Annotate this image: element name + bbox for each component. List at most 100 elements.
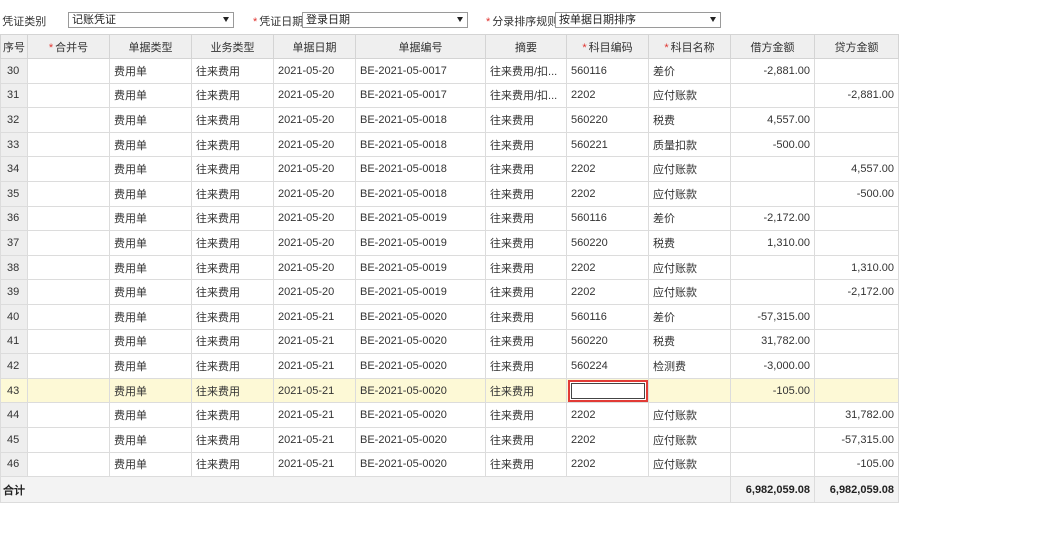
- merge-no-cell[interactable]: [27, 254, 110, 281]
- summary-cell[interactable]: 往来费用/扣...: [485, 58, 567, 84]
- column-header[interactable]: * 科目编码: [566, 34, 649, 59]
- doc-no-cell[interactable]: BE-2021-05-0018: [355, 107, 486, 133]
- biz-type-cell[interactable]: 往来费用: [191, 402, 274, 428]
- doc-no-cell[interactable]: BE-2021-05-0018: [355, 180, 486, 207]
- account-code-cell[interactable]: 560116: [566, 205, 649, 232]
- summary-cell[interactable]: 往来费用: [485, 377, 567, 404]
- column-header[interactable]: * 科目名称: [648, 34, 731, 59]
- doc-no-cell[interactable]: BE-2021-05-0020: [355, 377, 486, 404]
- merge-no-cell[interactable]: [27, 156, 110, 182]
- table-row[interactable]: 40 费用单 往来费用 2021-05-21 BE-2021-05-0020 往来费用 56…: [0, 303, 899, 330]
- credit-amount-cell[interactable]: -105.00: [814, 451, 899, 478]
- doc-no-cell[interactable]: BE-2021-05-0020: [355, 303, 486, 330]
- doc-type-cell[interactable]: 费用单: [109, 279, 192, 305]
- doc-type-cell[interactable]: 费用单: [109, 402, 192, 428]
- debit-amount-cell[interactable]: -3,000.00: [730, 353, 815, 379]
- doc-date-cell[interactable]: 2021-05-21: [273, 426, 356, 453]
- biz-type-cell[interactable]: 往来费用: [191, 328, 274, 355]
- doc-date-cell[interactable]: 2021-05-21: [273, 303, 356, 330]
- account-name-cell[interactable]: 应付账款: [648, 279, 731, 305]
- doc-type-cell[interactable]: 费用单: [109, 254, 192, 281]
- doc-date-cell[interactable]: 2021-05-20: [273, 107, 356, 133]
- doc-no-cell[interactable]: BE-2021-05-0020: [355, 451, 486, 478]
- account-code-cell[interactable]: 2202: [566, 254, 649, 281]
- doc-date-cell[interactable]: 2021-05-21: [273, 328, 356, 355]
- debit-amount-cell[interactable]: [730, 279, 815, 305]
- table-row[interactable]: 36 费用单 往来费用 2021-05-20 BE-2021-05-0019 往来费用 56…: [0, 205, 899, 232]
- account-code-editor[interactable]: [568, 379, 648, 402]
- account-name-cell[interactable]: 应付账款: [648, 180, 731, 207]
- debit-amount-cell[interactable]: -2,172.00: [730, 205, 815, 232]
- summary-cell[interactable]: 往来费用: [485, 279, 567, 305]
- account-code-cell[interactable]: 2202: [566, 156, 649, 182]
- doc-date-cell[interactable]: 2021-05-20: [273, 279, 356, 305]
- biz-type-cell[interactable]: 往来费用: [191, 131, 274, 158]
- biz-type-cell[interactable]: 往来费用: [191, 279, 274, 305]
- credit-amount-cell[interactable]: [814, 377, 899, 404]
- merge-no-cell[interactable]: [27, 205, 110, 232]
- doc-type-cell[interactable]: 费用单: [109, 377, 192, 404]
- doc-no-cell[interactable]: BE-2021-05-0017: [355, 82, 486, 109]
- doc-date-cell[interactable]: 2021-05-20: [273, 156, 356, 182]
- summary-cell[interactable]: 往来费用: [485, 303, 567, 330]
- doc-date-cell[interactable]: 2021-05-20: [273, 230, 356, 256]
- doc-no-cell[interactable]: BE-2021-05-0020: [355, 402, 486, 428]
- doc-no-cell[interactable]: BE-2021-05-0019: [355, 254, 486, 281]
- credit-amount-cell[interactable]: 4,557.00: [814, 156, 899, 182]
- merge-no-cell[interactable]: [27, 353, 110, 379]
- doc-date-cell[interactable]: 2021-05-20: [273, 180, 356, 207]
- account-code-cell[interactable]: 560221: [566, 131, 649, 158]
- column-header[interactable]: 序号: [0, 34, 28, 59]
- table-row[interactable]: 44 费用单 往来费用 2021-05-21 BE-2021-05-0020 往来费用 22…: [0, 402, 899, 428]
- biz-type-cell[interactable]: 往来费用: [191, 58, 274, 84]
- doc-type-cell[interactable]: 费用单: [109, 107, 192, 133]
- doc-date-cell[interactable]: 2021-05-20: [273, 254, 356, 281]
- doc-date-cell[interactable]: 2021-05-21: [273, 451, 356, 478]
- account-name-cell[interactable]: 税费: [648, 328, 731, 355]
- table-row[interactable]: 46 费用单 往来费用 2021-05-21 BE-2021-05-0020 往来费用 22…: [0, 451, 899, 478]
- account-code-cell[interactable]: 2202: [566, 180, 649, 207]
- summary-cell[interactable]: 往来费用: [485, 353, 567, 379]
- biz-type-cell[interactable]: 往来费用: [191, 156, 274, 182]
- credit-amount-cell[interactable]: [814, 353, 899, 379]
- credit-amount-cell[interactable]: [814, 131, 899, 158]
- doc-type-cell[interactable]: 费用单: [109, 156, 192, 182]
- debit-amount-cell[interactable]: 1,310.00: [730, 230, 815, 256]
- account-name-cell[interactable]: 应付账款: [648, 254, 731, 281]
- table-row[interactable]: 34 费用单 往来费用 2021-05-20 BE-2021-05-0018 往来费用 22…: [0, 156, 899, 182]
- debit-amount-cell[interactable]: 31,782.00: [730, 328, 815, 355]
- doc-type-cell[interactable]: 费用单: [109, 131, 192, 158]
- summary-cell[interactable]: 往来费用: [485, 230, 567, 256]
- credit-amount-cell[interactable]: [814, 205, 899, 232]
- doc-no-cell[interactable]: BE-2021-05-0020: [355, 328, 486, 355]
- doc-date-cell[interactable]: 2021-05-21: [273, 402, 356, 428]
- voucher-date-select[interactable]: 登录日期: [302, 12, 468, 28]
- account-name-cell[interactable]: 差价: [648, 205, 731, 232]
- summary-cell[interactable]: 往来费用: [485, 254, 567, 281]
- debit-amount-cell[interactable]: 4,557.00: [730, 107, 815, 133]
- debit-amount-cell[interactable]: [730, 254, 815, 281]
- table-row[interactable]: 43 费用单 往来费用 2021-05-21 BE-2021-05-0020 往来费用 -1…: [0, 377, 899, 404]
- doc-no-cell[interactable]: BE-2021-05-0020: [355, 426, 486, 453]
- table-row[interactable]: 41 费用单 往来费用 2021-05-21 BE-2021-05-0020 往来费用 56…: [0, 328, 899, 355]
- merge-no-cell[interactable]: [27, 451, 110, 478]
- doc-no-cell[interactable]: BE-2021-05-0019: [355, 279, 486, 305]
- sort-rule-select[interactable]: 按单据日期排序: [555, 12, 721, 28]
- table-row[interactable]: 32 费用单 往来费用 2021-05-20 BE-2021-05-0018 往来费用 56…: [0, 107, 899, 133]
- account-code-cell[interactable]: 2202: [566, 82, 649, 109]
- doc-no-cell[interactable]: BE-2021-05-0018: [355, 156, 486, 182]
- biz-type-cell[interactable]: 往来费用: [191, 230, 274, 256]
- credit-amount-cell[interactable]: -2,881.00: [814, 82, 899, 109]
- merge-no-cell[interactable]: [27, 58, 110, 84]
- doc-type-cell[interactable]: 费用单: [109, 426, 192, 453]
- doc-type-cell[interactable]: 费用单: [109, 205, 192, 232]
- account-code-cell[interactable]: 2202: [566, 451, 649, 478]
- table-row[interactable]: 39 费用单 往来费用 2021-05-20 BE-2021-05-0019 往来费用 22…: [0, 279, 899, 305]
- account-name-cell[interactable]: 检测费: [648, 353, 731, 379]
- column-header[interactable]: 单据编号: [355, 34, 486, 59]
- table-row[interactable]: 38 费用单 往来费用 2021-05-20 BE-2021-05-0019 往来费用 22…: [0, 254, 899, 281]
- biz-type-cell[interactable]: 往来费用: [191, 180, 274, 207]
- summary-cell[interactable]: 往来费用: [485, 205, 567, 232]
- account-code-cell[interactable]: 560116: [566, 303, 649, 330]
- account-name-cell[interactable]: 应付账款: [648, 426, 731, 453]
